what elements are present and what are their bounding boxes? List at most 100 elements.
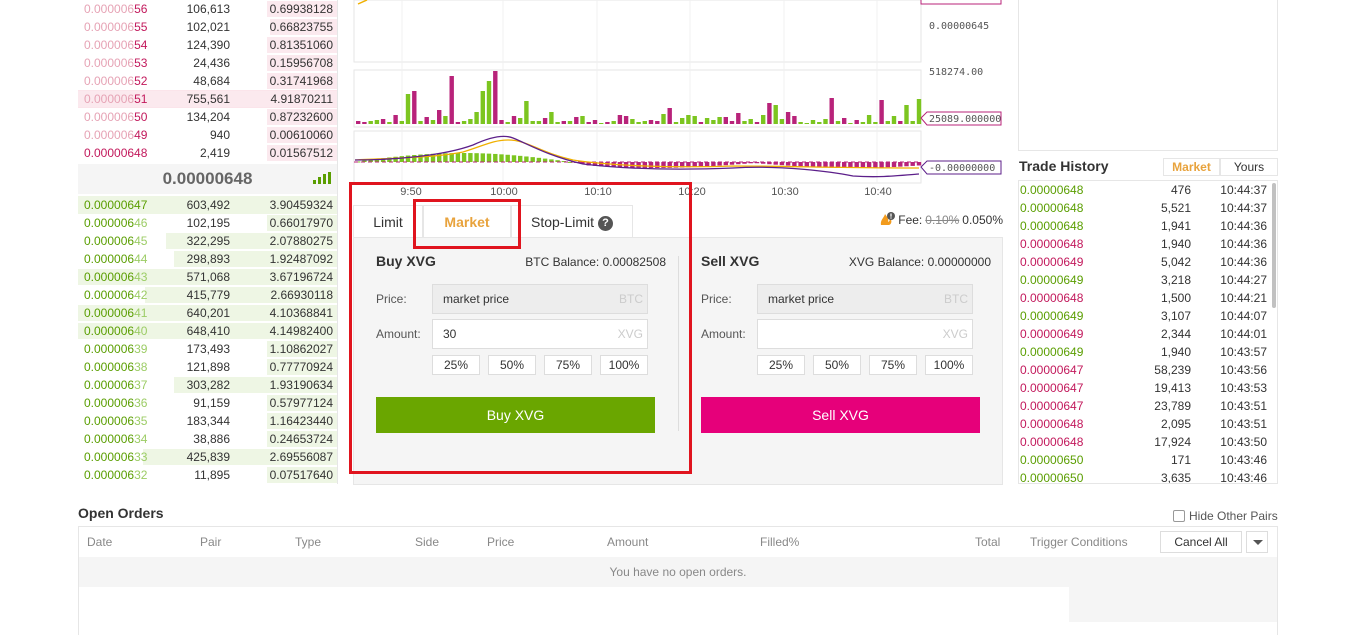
sell-button[interactable]: Sell XVG [701, 397, 980, 433]
cancel-all-button[interactable]: Cancel All [1160, 531, 1242, 553]
sell-pct-100-button[interactable]: 100% [925, 355, 973, 375]
orderbook-row[interactable]: 0.00000646 102,195 0.66017970 [78, 214, 337, 232]
orderbook-row[interactable]: 0.00000639 173,493 1.10862027 [78, 340, 337, 358]
col-total[interactable]: Total [975, 527, 1000, 557]
orderbook-price: 0.00000634 [84, 432, 148, 446]
volume-bar [661, 114, 666, 124]
hide-other-pairs-checkbox[interactable] [1173, 510, 1185, 522]
orderbook-row[interactable]: 0.00000650 134,204 0.87232600 [78, 108, 337, 126]
hide-other-pairs-toggle[interactable]: Hide Other Pairs [1173, 509, 1278, 523]
volume-bar [356, 121, 361, 124]
indicator-bar [630, 162, 635, 168]
cancel-all-dropdown-icon[interactable] [1246, 531, 1268, 553]
buy-pct-100-button[interactable]: 100% [600, 355, 648, 375]
indicator-bar [636, 162, 641, 168]
buy-pct-50-button[interactable]: 50% [488, 355, 536, 375]
orderbook-row[interactable]: 0.00000644 298,893 1.92487092 [78, 250, 337, 268]
orderbook-price-digits: 0.000006 [84, 234, 135, 248]
volume-bar [842, 118, 847, 124]
price-chart[interactable]: 0.00000645 518274.00 25089.000000 -0.000000… [353, 0, 1003, 200]
buy-pct-75-button[interactable]: 75% [544, 355, 592, 375]
volume-bar [362, 122, 367, 124]
orderbook-row[interactable]: 0.00000638 121,898 0.77770924 [78, 358, 337, 376]
tab-limit[interactable]: Limit [353, 205, 423, 237]
orderbook-row[interactable]: 0.00000649 940 0.00610060 [78, 126, 337, 144]
time-axis-label: 10:40 [864, 186, 892, 198]
trade-price: 0.00000648 [1020, 237, 1084, 251]
indicator-current-label: -0.00000000 [929, 163, 995, 174]
orderbook-price-digits: 0.000006 [84, 450, 135, 464]
orderbook-row[interactable]: 0.00000632 11,895 0.07517640 [78, 466, 337, 484]
orderbook-row[interactable]: 0.00000640 648,410 4.14982400 [78, 322, 337, 340]
help-icon[interactable]: ? [598, 216, 614, 231]
sell-pct-25-button[interactable]: 25% [757, 355, 805, 375]
orderbook-row[interactable]: 0.00000653 24,436 0.15956708 [78, 54, 337, 72]
buy-amount-unit: XVG [617, 327, 643, 341]
orderbook-price: 0.00000633 [84, 450, 148, 464]
indicator-bar [530, 157, 535, 162]
trade-amount: 5,042 [1160, 255, 1191, 269]
col-trigger-conditions[interactable]: Trigger Conditions [1030, 527, 1128, 557]
orderbook-price: 0.00000639 [84, 342, 148, 356]
sell-amount-unit: XVG [942, 327, 968, 341]
col-filled[interactable]: Filled% [760, 527, 799, 557]
orderbook-row[interactable]: 0.00000654 124,390 0.81351060 [78, 36, 337, 54]
col-side[interactable]: Side [415, 527, 439, 557]
volume-bar [773, 105, 778, 124]
volume-bar [648, 120, 654, 124]
col-date[interactable]: Date [87, 527, 112, 557]
volume-bar [399, 121, 404, 124]
trade-price: 0.00000648 [1020, 435, 1084, 449]
orderbook-row[interactable]: 0.00000642 415,779 2.66930118 [78, 286, 337, 304]
orderbook-price-digits: 56 [134, 2, 148, 16]
orderbook-row[interactable]: 0.00000634 38,886 0.24653724 [78, 430, 337, 448]
col-amount[interactable]: Amount [607, 527, 648, 557]
orderbook-total: 1.10862027 [269, 342, 333, 356]
tab-stop-limit[interactable]: Stop-Limit? [511, 205, 633, 237]
trade-history-tab-yours[interactable]: Yours [1220, 158, 1278, 176]
orderbook-row[interactable]: 0.00000652 48,684 0.31741968 [78, 72, 337, 90]
orderbook-row[interactable]: 0.00000635 183,344 1.16423440 [78, 412, 337, 430]
time-axis-label: 9:50 [400, 186, 421, 198]
orderbook-row[interactable]: 0.00000645 322,295 2.07880275 [78, 232, 337, 250]
orderbook-price: 0.00000649 [84, 128, 148, 142]
trade-history-tab-market[interactable]: Market [1163, 158, 1220, 176]
trade-price: 0.00000650 [1020, 453, 1084, 467]
col-price[interactable]: Price [487, 527, 514, 557]
orderbook-row[interactable]: 0.00000647 603,492 3.90459324 [78, 196, 337, 214]
orderbook-row[interactable]: 0.00000648 2,419 0.01567512 [78, 144, 337, 162]
orderbook-row[interactable]: 0.00000636 91,159 0.57977124 [78, 394, 337, 412]
col-pair[interactable]: Pair [200, 527, 221, 557]
sell-amount-field[interactable]: XVG [757, 319, 973, 349]
orderbook-row[interactable]: 0.00000655 102,021 0.66823755 [78, 18, 337, 36]
buy-amount-field[interactable]: 30 XVG [432, 319, 648, 349]
orderbook-price: 0.00000641 [84, 306, 148, 320]
orderbook-row[interactable]: 0.00000643 571,068 3.67196724 [78, 268, 337, 286]
col-type[interactable]: Type [295, 527, 321, 557]
orderbook-row[interactable]: 0.00000637 303,282 1.93190634 [78, 376, 337, 394]
trade-amount: 17,924 [1154, 435, 1191, 449]
orderbook-row[interactable]: 0.00000641 640,201 4.10368841 [78, 304, 337, 322]
orderbook-total: 4.14982400 [269, 324, 333, 338]
orderbook-total: 1.92487092 [269, 252, 333, 266]
buy-button[interactable]: Buy XVG [376, 397, 655, 433]
trade-history-list[interactable]: 0.00000648 476 10:44:37 0.00000648 5,521 10:4… [1018, 180, 1278, 484]
orderbook-total: 0.24653724 [269, 432, 333, 446]
trade-history-scrollbar[interactable] [1272, 183, 1276, 308]
orderbook-total: 0.07517640 [269, 468, 333, 482]
orderbook-row[interactable]: 0.00000651 755,561 4.91870211 [78, 90, 337, 108]
trade-history-row: 0.00000649 3,218 10:44:27 [1019, 271, 1277, 289]
orderbook-row[interactable]: 0.00000633 425,839 2.69556087 [78, 448, 337, 466]
sell-pct-50-button[interactable]: 50% [813, 355, 861, 375]
volume-bar [530, 121, 535, 124]
trade-amount: 3,635 [1160, 471, 1191, 484]
buy-pct-25-button[interactable]: 25% [432, 355, 480, 375]
orderbook-price: 0.00000656 [84, 2, 148, 16]
trade-time: 10:43:51 [1220, 417, 1267, 431]
trade-history-row: 0.00000648 1,500 10:44:21 [1019, 289, 1277, 307]
tab-market[interactable]: Market [423, 205, 511, 237]
trade-panel: Limit Market Stop-Limit? Fee: 0.10% 0.050%… [353, 200, 1003, 485]
orderbook-row[interactable]: 0.00000656 106,613 0.69938128 [78, 0, 337, 18]
sell-pct-75-button[interactable]: 75% [869, 355, 917, 375]
orderbook-total: 4.91870211 [270, 92, 333, 106]
